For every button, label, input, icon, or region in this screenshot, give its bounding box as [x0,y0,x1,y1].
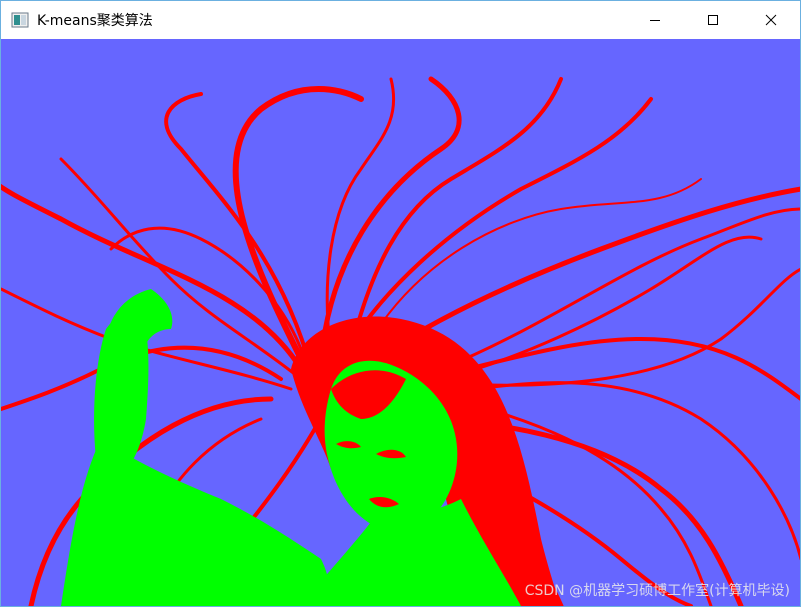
close-icon [765,14,777,26]
image-canvas: CSDN @机器学习硕博工作室(计算机毕设) [1,39,800,606]
app-window: K-means聚类算法 CSDN @机器学习硕博工作室(计算机毕设) [0,0,801,607]
window-app-icon [11,12,29,28]
minimize-icon [650,20,660,21]
maximize-icon [708,15,718,25]
close-button[interactable] [742,1,800,39]
minimize-button[interactable] [626,1,684,39]
maximize-button[interactable] [684,1,742,39]
watermark-text: CSDN @机器学习硕博工作室(计算机毕设) [524,583,790,599]
window-controls [626,1,800,39]
segmented-image [1,39,800,606]
title-bar[interactable]: K-means聚类算法 [1,1,800,39]
window-title: K-means聚类算法 [37,13,153,29]
